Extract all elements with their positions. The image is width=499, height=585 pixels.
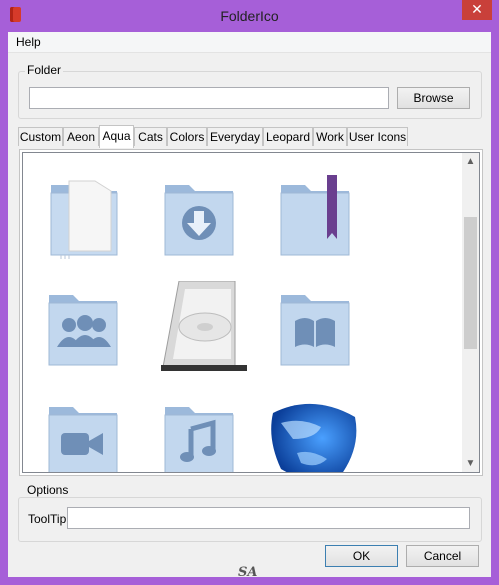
tab-aeon[interactable]: Aeon bbox=[63, 127, 99, 146]
folder-download-icon[interactable] bbox=[159, 171, 239, 261]
folder-users-icon[interactable] bbox=[43, 281, 123, 371]
tab-work[interactable]: Work bbox=[313, 127, 347, 146]
scroll-down-arrow-icon[interactable]: ▼ bbox=[462, 455, 479, 472]
folder-video-icon[interactable] bbox=[43, 393, 123, 472]
cancel-button[interactable]: Cancel bbox=[406, 545, 479, 567]
tooltip-label: ToolTip bbox=[28, 512, 67, 526]
tab-panel: ▲ ▼ bbox=[19, 149, 483, 476]
menu-bar: Help bbox=[8, 32, 491, 53]
folder-music-icon[interactable] bbox=[159, 393, 239, 472]
window-title: FolderIco bbox=[220, 8, 279, 24]
client-area: Help Folder Browse Custom Aeon Aqua Cats… bbox=[8, 32, 491, 577]
tooltip-input[interactable] bbox=[67, 507, 470, 529]
folder-path-input[interactable] bbox=[29, 87, 389, 109]
tab-cats[interactable]: Cats bbox=[134, 127, 167, 146]
tab-aqua[interactable]: Aqua bbox=[99, 125, 134, 148]
vertical-scrollbar[interactable]: ▲ ▼ bbox=[462, 153, 479, 472]
tab-user-icons[interactable]: User Icons bbox=[347, 127, 408, 146]
scroll-thumb[interactable] bbox=[464, 217, 477, 349]
folder-book-icon[interactable] bbox=[275, 281, 355, 371]
title-bar[interactable]: FolderIco ✕ bbox=[0, 0, 499, 32]
globe-icon[interactable] bbox=[271, 393, 357, 472]
menu-help[interactable]: Help bbox=[16, 35, 41, 49]
folder-blank-doc-icon[interactable] bbox=[43, 171, 123, 261]
tab-colors[interactable]: Colors bbox=[167, 127, 207, 146]
app-window: FolderIco ✕ Help Folder Browse Custom Ae… bbox=[0, 0, 499, 585]
browse-button[interactable]: Browse bbox=[397, 87, 470, 109]
options-group-label: Options bbox=[25, 483, 71, 497]
tab-leopard[interactable]: Leopard bbox=[263, 127, 313, 146]
scroll-up-arrow-icon[interactable]: ▲ bbox=[462, 153, 479, 170]
tab-custom[interactable]: Custom bbox=[18, 127, 63, 146]
icon-list[interactable]: ▲ ▼ bbox=[22, 152, 480, 473]
hard-drive-icon[interactable] bbox=[159, 280, 247, 371]
close-button[interactable]: ✕ bbox=[462, 0, 492, 20]
folder-group-label: Folder bbox=[25, 63, 64, 77]
watermark-logo: SA bbox=[238, 565, 258, 580]
ok-button[interactable]: OK bbox=[325, 545, 398, 567]
tab-everyday[interactable]: Everyday bbox=[207, 127, 263, 146]
folder-bookmark-icon[interactable] bbox=[275, 171, 355, 261]
